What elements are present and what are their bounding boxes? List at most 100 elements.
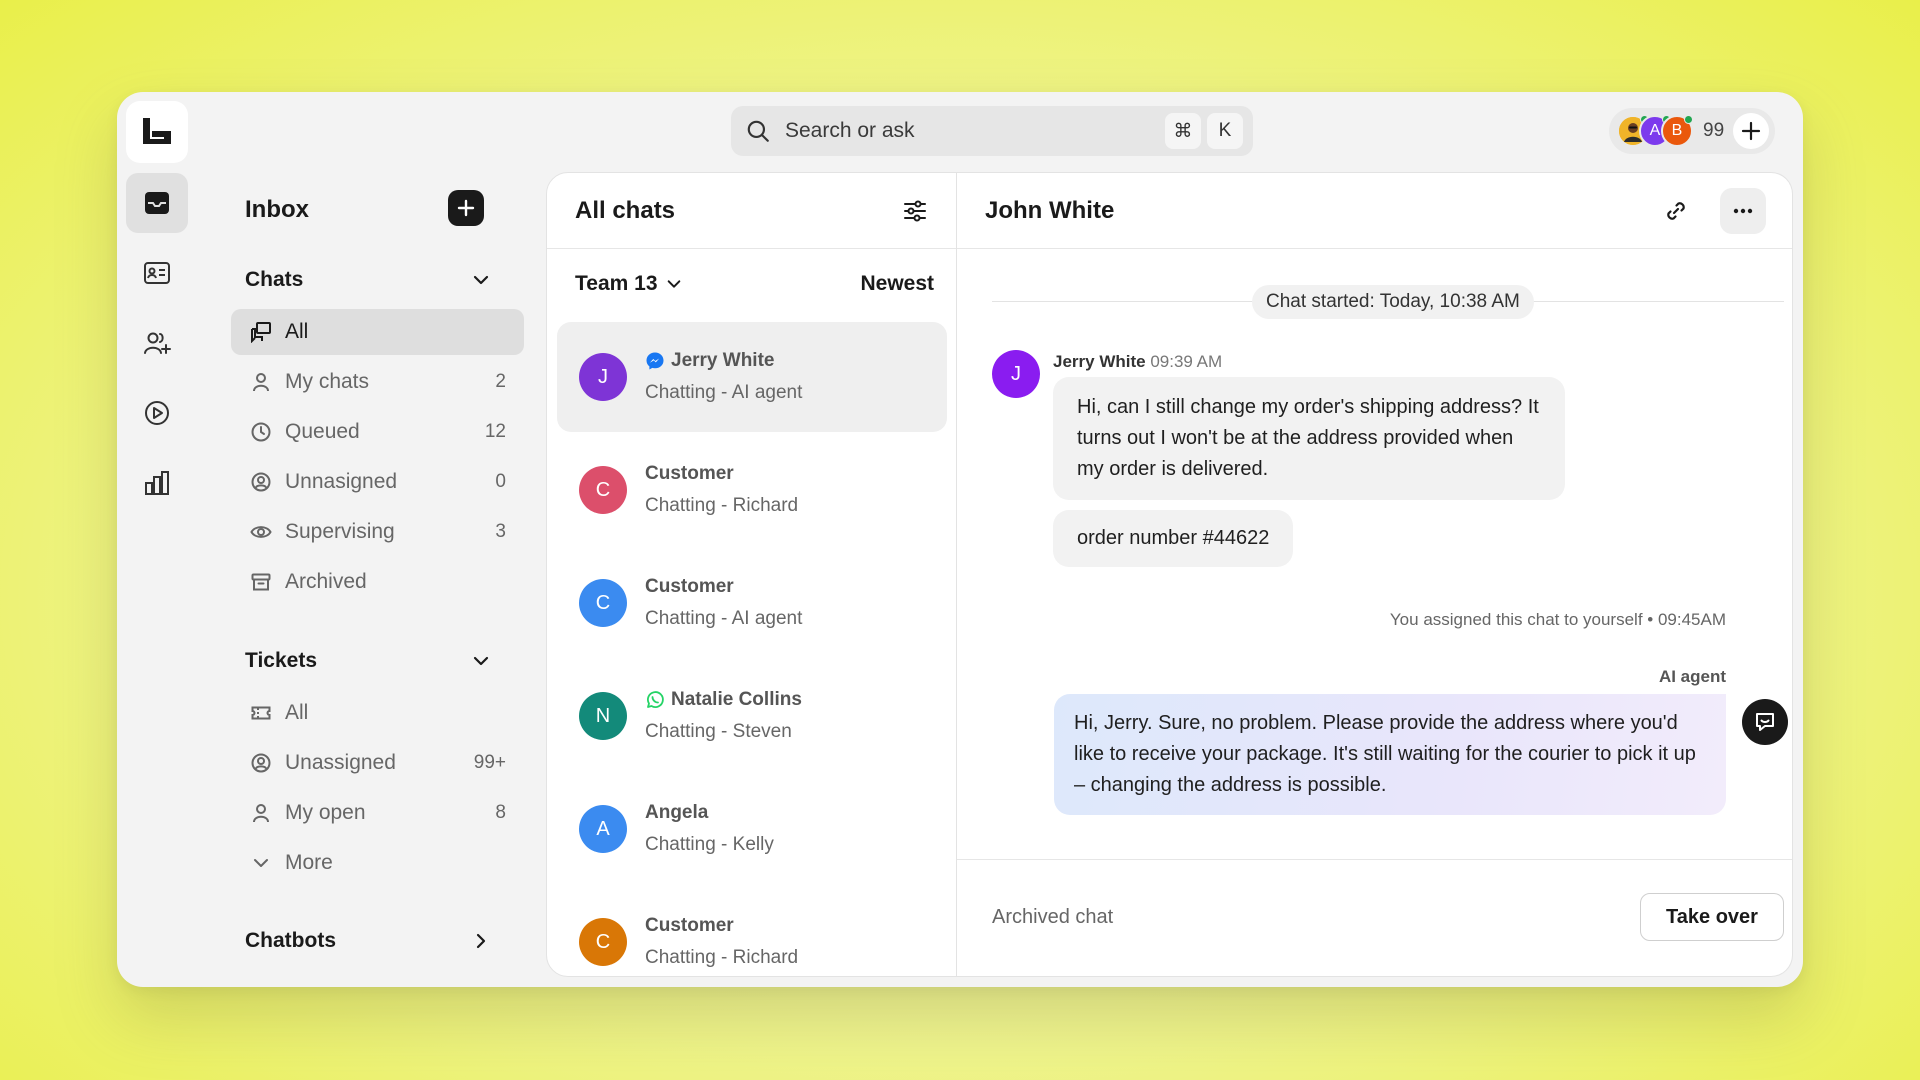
sidebar-item-my-chats[interactable]: My chats 2	[231, 359, 524, 405]
sidebar-item-all-chats[interactable]: All	[231, 309, 524, 355]
chat-list-item[interactable]: C Customer Chatting - Richard	[557, 435, 947, 545]
team-filter-label: Team 13	[575, 272, 658, 295]
chat-list-item[interactable]: N Natalie Collins Chatting - Steven	[557, 661, 947, 771]
customer-avatar: A	[579, 805, 627, 853]
shortcut-key-k: K	[1207, 113, 1243, 149]
sidebar-item-label: My open	[285, 801, 366, 824]
customer-avatar: C	[579, 466, 627, 514]
customer-avatar: C	[579, 918, 627, 966]
section-label: Chatbots	[245, 929, 336, 952]
rail-team[interactable]	[126, 313, 188, 373]
chat-name: Customer	[645, 463, 734, 484]
customer-avatar: C	[579, 579, 627, 627]
chat-name: Customer	[645, 915, 734, 936]
ticket-icon	[251, 706, 271, 720]
sidebar-item-count: 0	[495, 471, 506, 492]
ai-agent-label: AI agent	[1658, 667, 1726, 686]
bar-chart-icon	[145, 471, 169, 495]
chat-list-item[interactable]: J Jerry White Chatting - AI agent	[557, 322, 947, 432]
app-window: Search or ask ⌘ K A B 99 Inbox Chats All…	[117, 92, 1803, 987]
section-chats[interactable]: Chats	[245, 268, 490, 292]
ai-message: Hi, Jerry. Sure, no problem. Please prov…	[1054, 694, 1726, 815]
section-tickets[interactable]: Tickets	[245, 649, 490, 673]
team-filter-dropdown[interactable]: Team 13	[575, 272, 682, 296]
copy-link-button[interactable]	[1656, 191, 1696, 231]
chats-icon	[251, 322, 271, 343]
chat-status-label: Archived chat	[992, 906, 1114, 928]
user-icon	[253, 373, 269, 392]
conversation-header: John White	[957, 173, 1792, 249]
search-placeholder: Search or ask	[785, 119, 915, 142]
shortcut-key-cmd: ⌘	[1165, 113, 1201, 149]
sender-name: Jerry White	[1053, 352, 1146, 371]
chevron-down-icon	[473, 275, 489, 285]
chevron-down-icon	[254, 859, 268, 867]
conversation-footer: Archived chat Take over	[957, 859, 1792, 976]
sidebar-item-more[interactable]: More	[231, 840, 524, 886]
sidebar-item-all-tickets[interactable]: All	[231, 690, 524, 736]
chat-status: Chatting - Kelly	[645, 834, 774, 855]
inbox-sidebar: Inbox Chats All My chats 2 Queued 12 Unn…	[227, 174, 527, 987]
sidebar-item-label: Archived	[285, 570, 367, 593]
sidebar-item-count: 12	[484, 421, 506, 442]
new-chat-button[interactable]	[448, 190, 484, 226]
sidebar-title: Inbox	[245, 196, 309, 223]
sidebar-item-label: My chats	[285, 370, 370, 393]
sidebar-item-unassigned-tickets[interactable]: Unassigned 99+	[231, 740, 524, 786]
more-options-button[interactable]	[1720, 187, 1766, 234]
plus-icon	[1741, 121, 1761, 141]
messenger-icon	[646, 352, 664, 370]
chat-name: Angela	[645, 802, 709, 823]
sidebar-item-my-open[interactable]: My open 8	[231, 790, 524, 836]
sidebar-item-label: All	[285, 320, 309, 343]
sidebar-item-archived[interactable]: Archived	[231, 559, 524, 605]
message-time: 09:39 AM	[1150, 352, 1223, 371]
chat-name: Natalie Collins	[671, 689, 802, 710]
user-icon	[253, 804, 269, 823]
chat-name: Customer	[645, 576, 734, 597]
customer-avatar: J	[992, 350, 1040, 398]
rail-automation[interactable]	[126, 383, 188, 443]
section-label: Tickets	[245, 649, 317, 672]
chevron-down-icon	[473, 656, 489, 666]
sidebar-item-label: All	[285, 701, 309, 724]
user-circle-icon	[251, 753, 271, 773]
chat-list-item[interactable]: C Customer Chatting - Richard	[557, 887, 947, 976]
eye-icon	[250, 526, 272, 538]
rail-inbox[interactable]	[126, 173, 188, 233]
take-over-button[interactable]: Take over	[1640, 893, 1784, 941]
app-logo[interactable]	[126, 101, 188, 163]
chat-status: Chatting - AI agent	[645, 382, 803, 403]
search-icon	[747, 120, 769, 142]
chat-list-filters: Team 13 Newest	[547, 249, 956, 319]
logo-icon	[143, 118, 171, 144]
customer-message: order number #44622	[1053, 510, 1294, 567]
add-member-button[interactable]	[1733, 113, 1769, 149]
filter-sliders-icon[interactable]	[902, 198, 928, 224]
rail-contacts[interactable]	[126, 243, 188, 303]
chat-status: Chatting - Steven	[645, 721, 792, 742]
sidebar-item-queued[interactable]: Queued 12	[231, 409, 524, 455]
sidebar-item-count: 8	[495, 802, 506, 823]
sidebar-item-label: Queued	[285, 420, 360, 443]
section-chatbots[interactable]: Chatbots	[245, 929, 490, 953]
conversation-title: John White	[985, 196, 1115, 224]
sidebar-item-supervising[interactable]: Supervising 3	[231, 509, 524, 555]
ai-agent-avatar	[1742, 699, 1788, 745]
chevron-down-icon	[667, 280, 680, 288]
chat-list-item[interactable]: C Customer Chatting - AI agent	[557, 548, 947, 658]
rail-reports[interactable]	[126, 453, 188, 513]
message-meta: Jerry White 09:39 AM	[1053, 352, 1222, 372]
user-circle-icon	[251, 472, 271, 492]
section-label: Chats	[245, 268, 304, 291]
customer-avatar: N	[579, 692, 627, 740]
search-bar[interactable]: Search or ask ⌘ K	[731, 106, 1253, 156]
sidebar-item-unassigned[interactable]: Unnasigned 0	[231, 459, 524, 505]
sidebar-item-label: Unassigned	[285, 751, 396, 774]
sort-dropdown[interactable]: Newest	[860, 272, 934, 296]
chat-list-title: All chats	[575, 196, 676, 224]
chat-list-item[interactable]: A Angela Chatting - Kelly	[557, 774, 947, 884]
more-horizontal-icon	[1733, 208, 1753, 213]
chat-status: Chatting - Richard	[645, 947, 799, 968]
team-members[interactable]: A B 99	[1609, 108, 1775, 154]
